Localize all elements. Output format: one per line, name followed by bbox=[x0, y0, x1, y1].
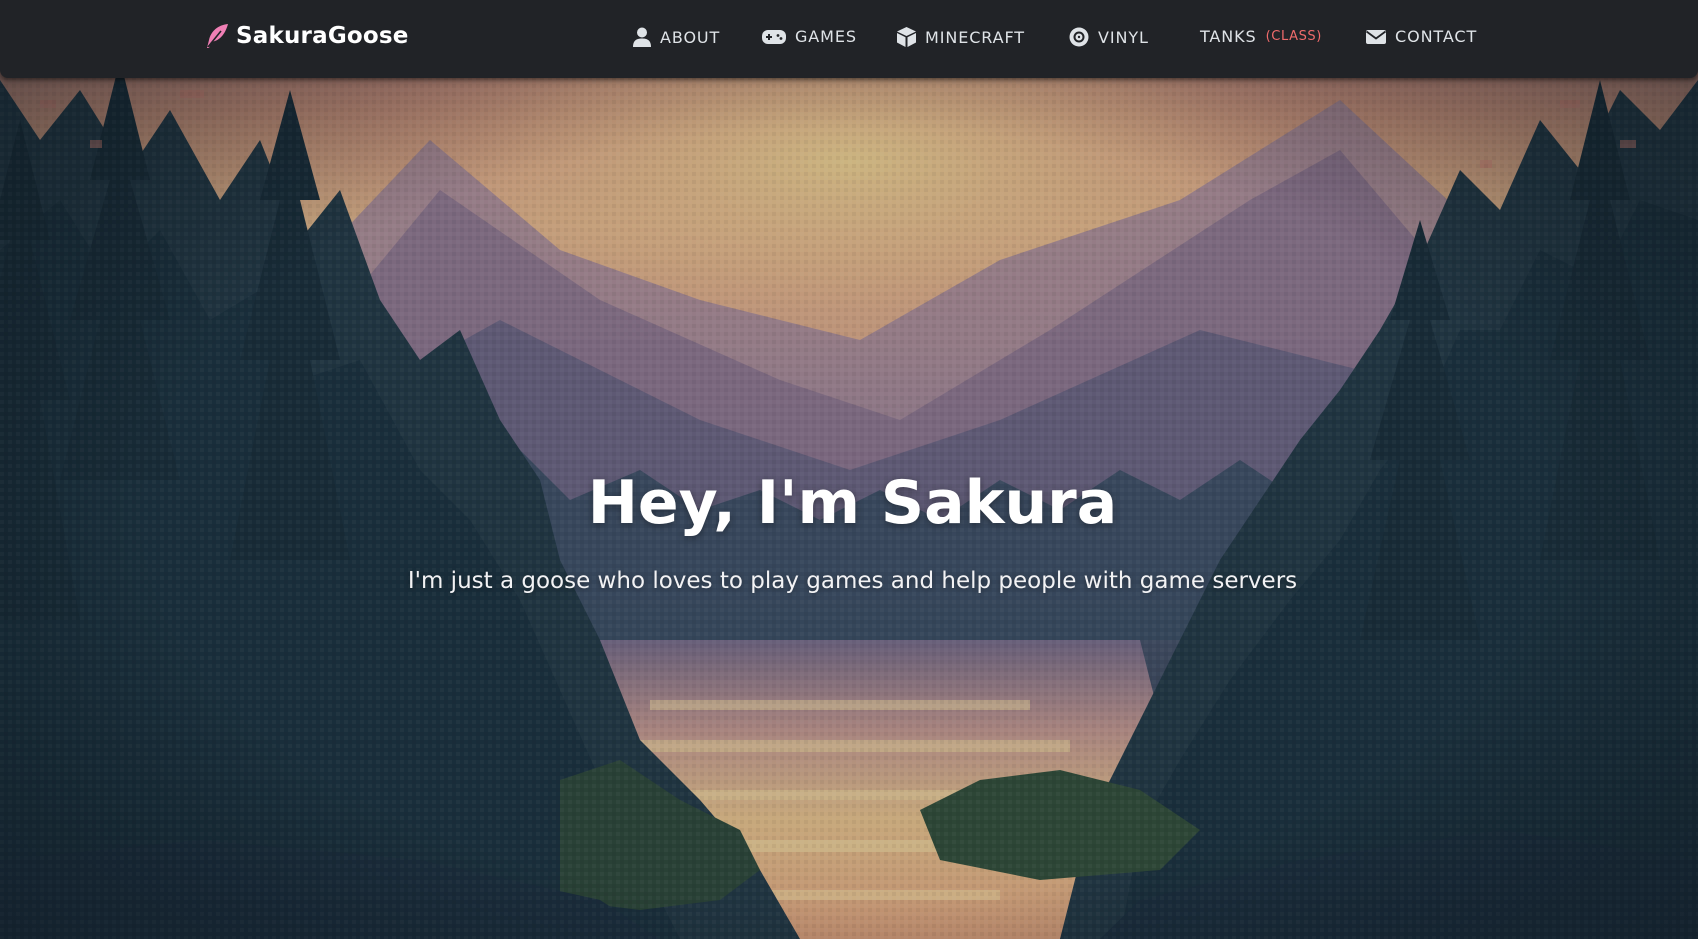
nav-tanks[interactable]: TANKS (CLASS) bbox=[1200, 27, 1322, 46]
hero-subtitle: I'm just a goose who loves to play games… bbox=[407, 568, 1298, 594]
nav-contact[interactable]: CONTACT bbox=[1366, 27, 1477, 46]
hero-title: Hey, I'm Sakura bbox=[587, 468, 1118, 538]
nav-minecraft[interactable]: MINECRAFT bbox=[897, 27, 1025, 47]
nav-contact-label: CONTACT bbox=[1395, 27, 1478, 46]
user-icon bbox=[633, 27, 651, 47]
nav-games[interactable]: GAMES bbox=[762, 27, 857, 46]
nav-games-label: GAMES bbox=[795, 27, 857, 46]
nav-vinyl[interactable]: VINYL bbox=[1069, 27, 1149, 47]
record-icon bbox=[1069, 27, 1089, 47]
nav-vinyl-label: VINYL bbox=[1098, 27, 1149, 47]
nav-about-label: ABOUT bbox=[660, 27, 721, 47]
nav-tanks-badge: (CLASS) bbox=[1265, 29, 1322, 44]
nav-menu: ABOUT GAMES MINECRAFT VINYL TANKS (CLASS… bbox=[0, 0, 1698, 78]
page: Hey, I'm Sakura I'm just a goose who lov… bbox=[0, 0, 1698, 939]
envelope-icon bbox=[1366, 29, 1386, 44]
gamepad-icon bbox=[762, 29, 786, 44]
nav-tanks-label: TANKS bbox=[1200, 27, 1257, 46]
nav-minecraft-label: MINECRAFT bbox=[925, 27, 1025, 47]
hero-section: Hey, I'm Sakura I'm just a goose who lov… bbox=[0, 0, 1698, 939]
top-navbar: SakuraGoose ABOUT GAMES MINECRAFT VINYL … bbox=[0, 0, 1698, 78]
cube-icon bbox=[897, 27, 916, 47]
nav-about[interactable]: ABOUT bbox=[633, 27, 720, 47]
